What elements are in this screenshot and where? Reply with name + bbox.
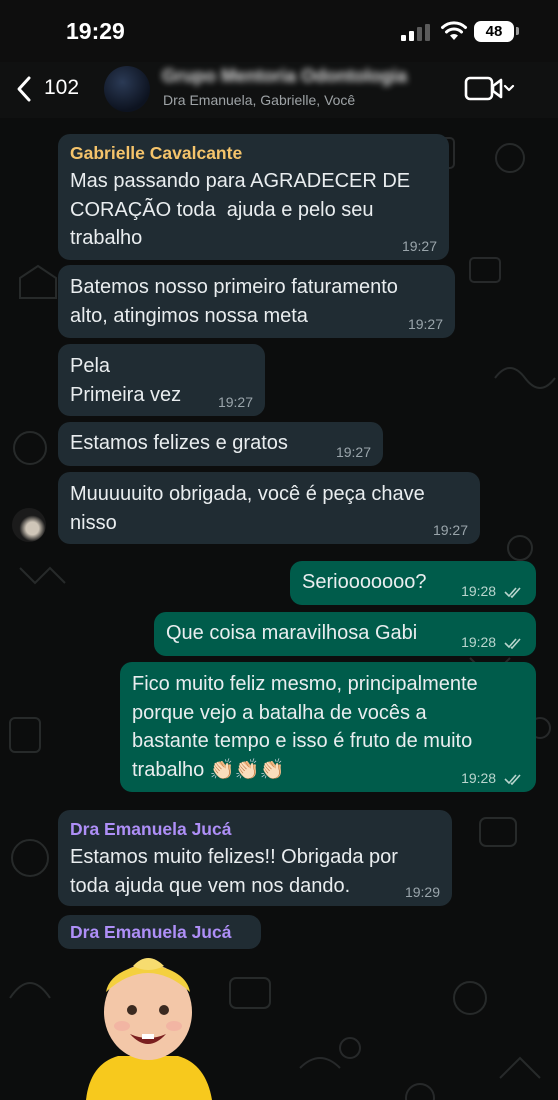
message-bubble-incoming[interactable]: Batemos nosso primeiro faturamento alto,… <box>58 265 455 338</box>
message-meta: 19:28 <box>461 770 524 786</box>
message-time: 19:29 <box>404 884 440 900</box>
message-bubble-incoming[interactable]: Dra Emanuela Jucá Estamos muito felizes!… <box>58 810 452 906</box>
message-text: Batemos nosso primeiro faturamento alto,… <box>70 276 398 327</box>
message-time: 19:28 <box>461 634 497 650</box>
message-time: 19:27 <box>401 238 437 254</box>
group-participants[interactable]: Dra Emanuela, Gabrielle, Você <box>163 92 355 108</box>
message-meta: 19:28 <box>461 583 524 599</box>
battery-tip <box>516 27 519 35</box>
message-bubble-outgoing[interactable]: Fico muito feliz mesmo, principalmente p… <box>120 662 536 792</box>
message-text: Fico muito feliz mesmo, principalmente p… <box>132 673 478 781</box>
read-receipt-icon <box>504 638 521 649</box>
status-time: 19:29 <box>66 18 125 44</box>
message-time: 19:28 <box>461 583 497 599</box>
battery-indicator: 48 <box>474 21 514 42</box>
message-bubble-outgoing[interactable]: Que coisa maravilhosa Gabi 19:28 <box>154 612 536 656</box>
group-name[interactable]: Grupo Mentoria Odontologia <box>162 66 432 88</box>
message-bubble-outgoing[interactable]: Seriooooooo? 19:28 <box>290 561 536 605</box>
message-text: Mas passando para AGRADECER DE CORAÇÃO t… <box>70 170 411 249</box>
sender-name[interactable]: Dra Emanuela Jucá <box>70 818 440 840</box>
read-receipt-icon <box>504 774 521 785</box>
message-time: 19:27 <box>335 444 371 460</box>
wifi-icon <box>441 21 467 40</box>
sticker-sender-label[interactable]: Dra Emanuela Jucá <box>58 915 261 949</box>
back-chevron-icon[interactable] <box>14 74 34 104</box>
message-text: Estamos muito felizes!! Obrigada por tod… <box>70 846 398 897</box>
message-time: 19:27 <box>407 316 443 332</box>
baby-sticker[interactable] <box>78 952 218 1100</box>
message-bubble-incoming[interactable]: Gabrielle Cavalcante Mas passando para A… <box>58 134 449 260</box>
status-bar: 19:29 48 <box>0 0 558 62</box>
cellular-signal-icon <box>401 24 430 41</box>
sender-name[interactable]: Dra Emanuela Jucá <box>70 921 249 943</box>
message-time: 19:27 <box>432 522 468 538</box>
message-text: Muuuuuito obrigada, você é peça chave ni… <box>70 483 425 534</box>
read-receipt-icon <box>504 587 521 598</box>
message-bubble-incoming[interactable]: Muuuuuito obrigada, você é peça chave ni… <box>58 472 480 544</box>
message-bubble-incoming[interactable]: Pela Primeira vez 19:27 <box>58 344 265 416</box>
message-meta: 19:28 <box>461 634 524 650</box>
sender-avatar[interactable] <box>12 508 46 542</box>
message-time: 19:28 <box>461 770 497 786</box>
video-call-icon[interactable] <box>464 75 518 103</box>
sender-name[interactable]: Gabrielle Cavalcante <box>70 142 437 164</box>
message-bubble-incoming[interactable]: Estamos felizes e gratos 19:27 <box>58 422 383 466</box>
message-time: 19:27 <box>217 394 253 410</box>
group-avatar[interactable] <box>104 66 150 112</box>
unread-count[interactable]: 102 <box>44 76 79 100</box>
chat-header: 102 Grupo Mentoria Odontologia Dra Emanu… <box>0 62 558 118</box>
message-text: Estamos felizes e gratos <box>70 432 288 454</box>
